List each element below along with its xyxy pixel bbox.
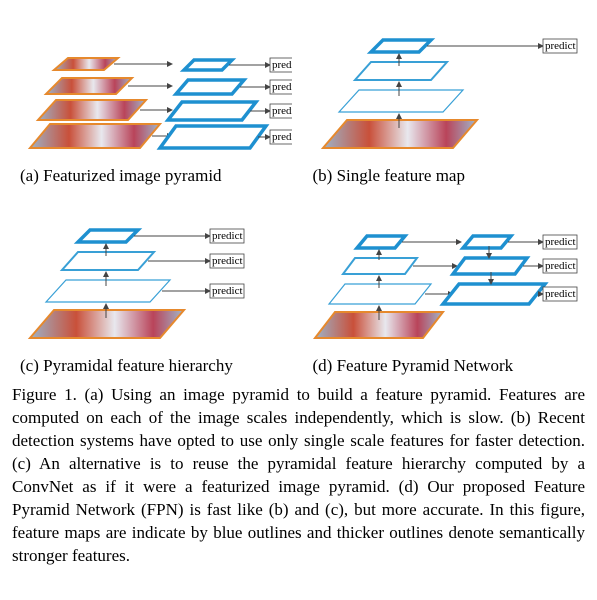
panel-a-caption: (a) Featurized image pyramid: [12, 166, 293, 186]
panel-c-caption: (c) Pyramidal feature hierarchy: [12, 356, 293, 376]
predict-label: predict: [212, 255, 243, 267]
figure-number: Figure 1.: [12, 385, 77, 404]
panel-b: predict (b) Single feature map: [305, 12, 586, 186]
predict-label: predict: [212, 230, 243, 242]
predict-label: predict: [272, 131, 292, 143]
predict-label: predict: [272, 81, 292, 93]
predict-label: predict: [272, 105, 292, 117]
panel-a: predict predict predict predict (a) Feat…: [12, 12, 293, 186]
predict-label: predict: [545, 260, 576, 272]
diagram-b: predict: [305, 12, 585, 162]
predict-label: predict: [272, 59, 292, 71]
diagram-d: predict predict predict: [305, 202, 585, 352]
panel-d-caption: (d) Feature Pyramid Network: [305, 356, 586, 376]
panel-d: predict predict predict (d) Feature Pyra…: [305, 202, 586, 376]
figure-caption-text: (a) Using an image pyramid to build a fe…: [12, 385, 585, 565]
figure-caption: Figure 1. (a) Using an image pyramid to …: [12, 384, 585, 568]
panel-b-caption: (b) Single feature map: [305, 166, 586, 186]
diagram-a: predict predict predict predict: [12, 12, 292, 162]
panel-c: predict predict predict (c) Pyramidal fe…: [12, 202, 293, 376]
predict-label: predict: [545, 40, 576, 52]
predict-label: predict: [545, 236, 576, 248]
predict-label: predict: [545, 288, 576, 300]
predict-label: predict: [212, 285, 243, 297]
diagram-c: predict predict predict: [12, 202, 292, 352]
figure-grid: predict predict predict predict (a) Feat…: [12, 12, 585, 376]
